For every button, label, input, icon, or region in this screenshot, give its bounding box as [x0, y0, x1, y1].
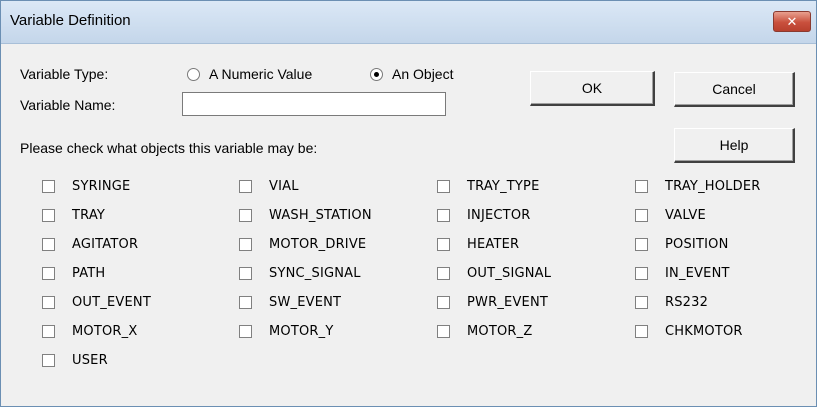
checkbox-label: TRAY_TYPE — [467, 179, 540, 194]
checkbox-valve[interactable]: VALVE — [635, 208, 706, 223]
checkbox-in-event[interactable]: IN_EVENT — [635, 266, 730, 281]
checkbox-box[interactable] — [635, 267, 648, 280]
checkbox-box[interactable] — [239, 180, 252, 193]
checkbox-label: INJECTOR — [467, 208, 531, 223]
checkbox-label: AGITATOR — [72, 237, 139, 252]
checkbox-box[interactable] — [635, 296, 648, 309]
checkbox-box[interactable] — [437, 238, 450, 251]
checkbox-box[interactable] — [42, 267, 55, 280]
variable-type-label: Variable Type: — [20, 66, 109, 82]
checkbox-position[interactable]: POSITION — [635, 237, 729, 252]
checkbox-tray-holder[interactable]: TRAY_HOLDER — [635, 179, 760, 194]
checkbox-box[interactable] — [239, 325, 252, 338]
checkbox-label: MOTOR_X — [72, 324, 138, 339]
checkbox-box[interactable] — [42, 209, 55, 222]
checkbox-box[interactable] — [42, 296, 55, 309]
checkbox-box[interactable] — [239, 238, 252, 251]
checkbox-box[interactable] — [437, 180, 450, 193]
checkbox-motor-drive[interactable]: MOTOR_DRIVE — [239, 237, 366, 252]
close-icon: ✕ — [786, 14, 798, 29]
checkbox-motor-x[interactable]: MOTOR_X — [42, 324, 137, 339]
checkbox-box[interactable] — [437, 209, 450, 222]
checkbox-label: OUT_EVENT — [72, 295, 151, 310]
checkbox-box[interactable] — [42, 325, 55, 338]
checkbox-box[interactable] — [437, 267, 450, 280]
checkbox-label: SYNC_SIGNAL — [269, 266, 361, 281]
checkbox-label: TRAY — [72, 208, 106, 223]
close-button[interactable]: ✕ — [773, 11, 811, 32]
checkbox-label: WASH_STATION — [269, 208, 372, 223]
checkbox-label: MOTOR_Y — [269, 324, 334, 339]
checkbox-box[interactable] — [635, 238, 648, 251]
radio-an-object-label: An Object — [392, 66, 454, 82]
radio-numeric-value-button[interactable] — [187, 67, 200, 81]
checkbox-chkmotor[interactable]: CHKMOTOR — [635, 324, 743, 339]
checkbox-label: RS232 — [665, 295, 709, 310]
checkbox-out-event[interactable]: OUT_EVENT — [42, 295, 151, 310]
checkbox-label: VIAL — [269, 179, 299, 194]
checkbox-user[interactable]: USER — [42, 353, 108, 368]
checkbox-box[interactable] — [437, 325, 450, 338]
checkbox-out-signal[interactable]: OUT_SIGNAL — [437, 266, 551, 281]
checkbox-box[interactable] — [42, 238, 55, 251]
checkbox-label: CHKMOTOR — [665, 324, 743, 339]
checkbox-wash-station[interactable]: WASH_STATION — [239, 208, 372, 223]
checkbox-label: SW_EVENT — [269, 295, 342, 310]
checkbox-label: IN_EVENT — [665, 266, 730, 281]
radio-numeric-value-label: A Numeric Value — [209, 66, 313, 82]
checkbox-syringe[interactable]: SYRINGE — [42, 179, 130, 194]
checkbox-box[interactable] — [635, 325, 648, 338]
checkbox-injector[interactable]: INJECTOR — [437, 208, 531, 223]
checkbox-box[interactable] — [239, 209, 252, 222]
checkbox-box[interactable] — [635, 209, 648, 222]
checkbox-motor-y[interactable]: MOTOR_Y — [239, 324, 334, 339]
variable-name-label: Variable Name: — [20, 97, 116, 113]
checkbox-label: PATH — [72, 266, 106, 281]
checkbox-label: POSITION — [665, 237, 729, 252]
checkbox-label: SYRINGE — [72, 179, 131, 194]
checkbox-rs232[interactable]: RS232 — [635, 295, 708, 310]
checkbox-label: HEATER — [467, 237, 520, 252]
checkbox-label: MOTOR_DRIVE — [269, 237, 367, 252]
radio-an-object[interactable]: An Object — [370, 66, 453, 82]
checkbox-label: PWR_EVENT — [467, 295, 549, 310]
help-button[interactable]: Help — [674, 128, 795, 163]
checkbox-label: TRAY_HOLDER — [665, 179, 761, 194]
checkbox-sync-signal[interactable]: SYNC_SIGNAL — [239, 266, 361, 281]
radio-an-object-button[interactable] — [370, 67, 383, 81]
checkbox-motor-z[interactable]: MOTOR_Z — [437, 324, 532, 339]
checkbox-vial[interactable]: VIAL — [239, 179, 299, 194]
checkbox-box[interactable] — [239, 296, 252, 309]
dialog-title: Variable Definition — [10, 12, 131, 29]
checkbox-label: USER — [72, 353, 108, 368]
checkbox-pwr-event[interactable]: PWR_EVENT — [437, 295, 548, 310]
checkbox-box[interactable] — [42, 354, 55, 367]
checkbox-sw-event[interactable]: SW_EVENT — [239, 295, 341, 310]
checkbox-label: VALVE — [665, 208, 706, 223]
checkbox-label: OUT_SIGNAL — [467, 266, 552, 281]
checkbox-path[interactable]: PATH — [42, 266, 105, 281]
radio-numeric-value[interactable]: A Numeric Value — [187, 66, 312, 82]
cancel-button[interactable]: Cancel — [674, 72, 795, 107]
variable-name-input[interactable] — [182, 92, 446, 116]
checkbox-agitator[interactable]: AGITATOR — [42, 237, 138, 252]
ok-button[interactable]: OK — [530, 71, 655, 106]
checkbox-box[interactable] — [239, 267, 252, 280]
instruction-text: Please check what objects this variable … — [20, 140, 318, 156]
checkbox-heater[interactable]: HEATER — [437, 237, 519, 252]
checkbox-label: MOTOR_Z — [467, 324, 533, 339]
checkbox-box[interactable] — [635, 180, 648, 193]
variable-definition-dialog: Variable Definition ✕ Variable Type: A N… — [0, 0, 817, 407]
checkbox-box[interactable] — [42, 180, 55, 193]
checkbox-tray[interactable]: TRAY — [42, 208, 105, 223]
title-bar[interactable]: Variable Definition ✕ — [1, 1, 816, 44]
checkbox-box[interactable] — [437, 296, 450, 309]
checkbox-tray-type[interactable]: TRAY_TYPE — [437, 179, 540, 194]
